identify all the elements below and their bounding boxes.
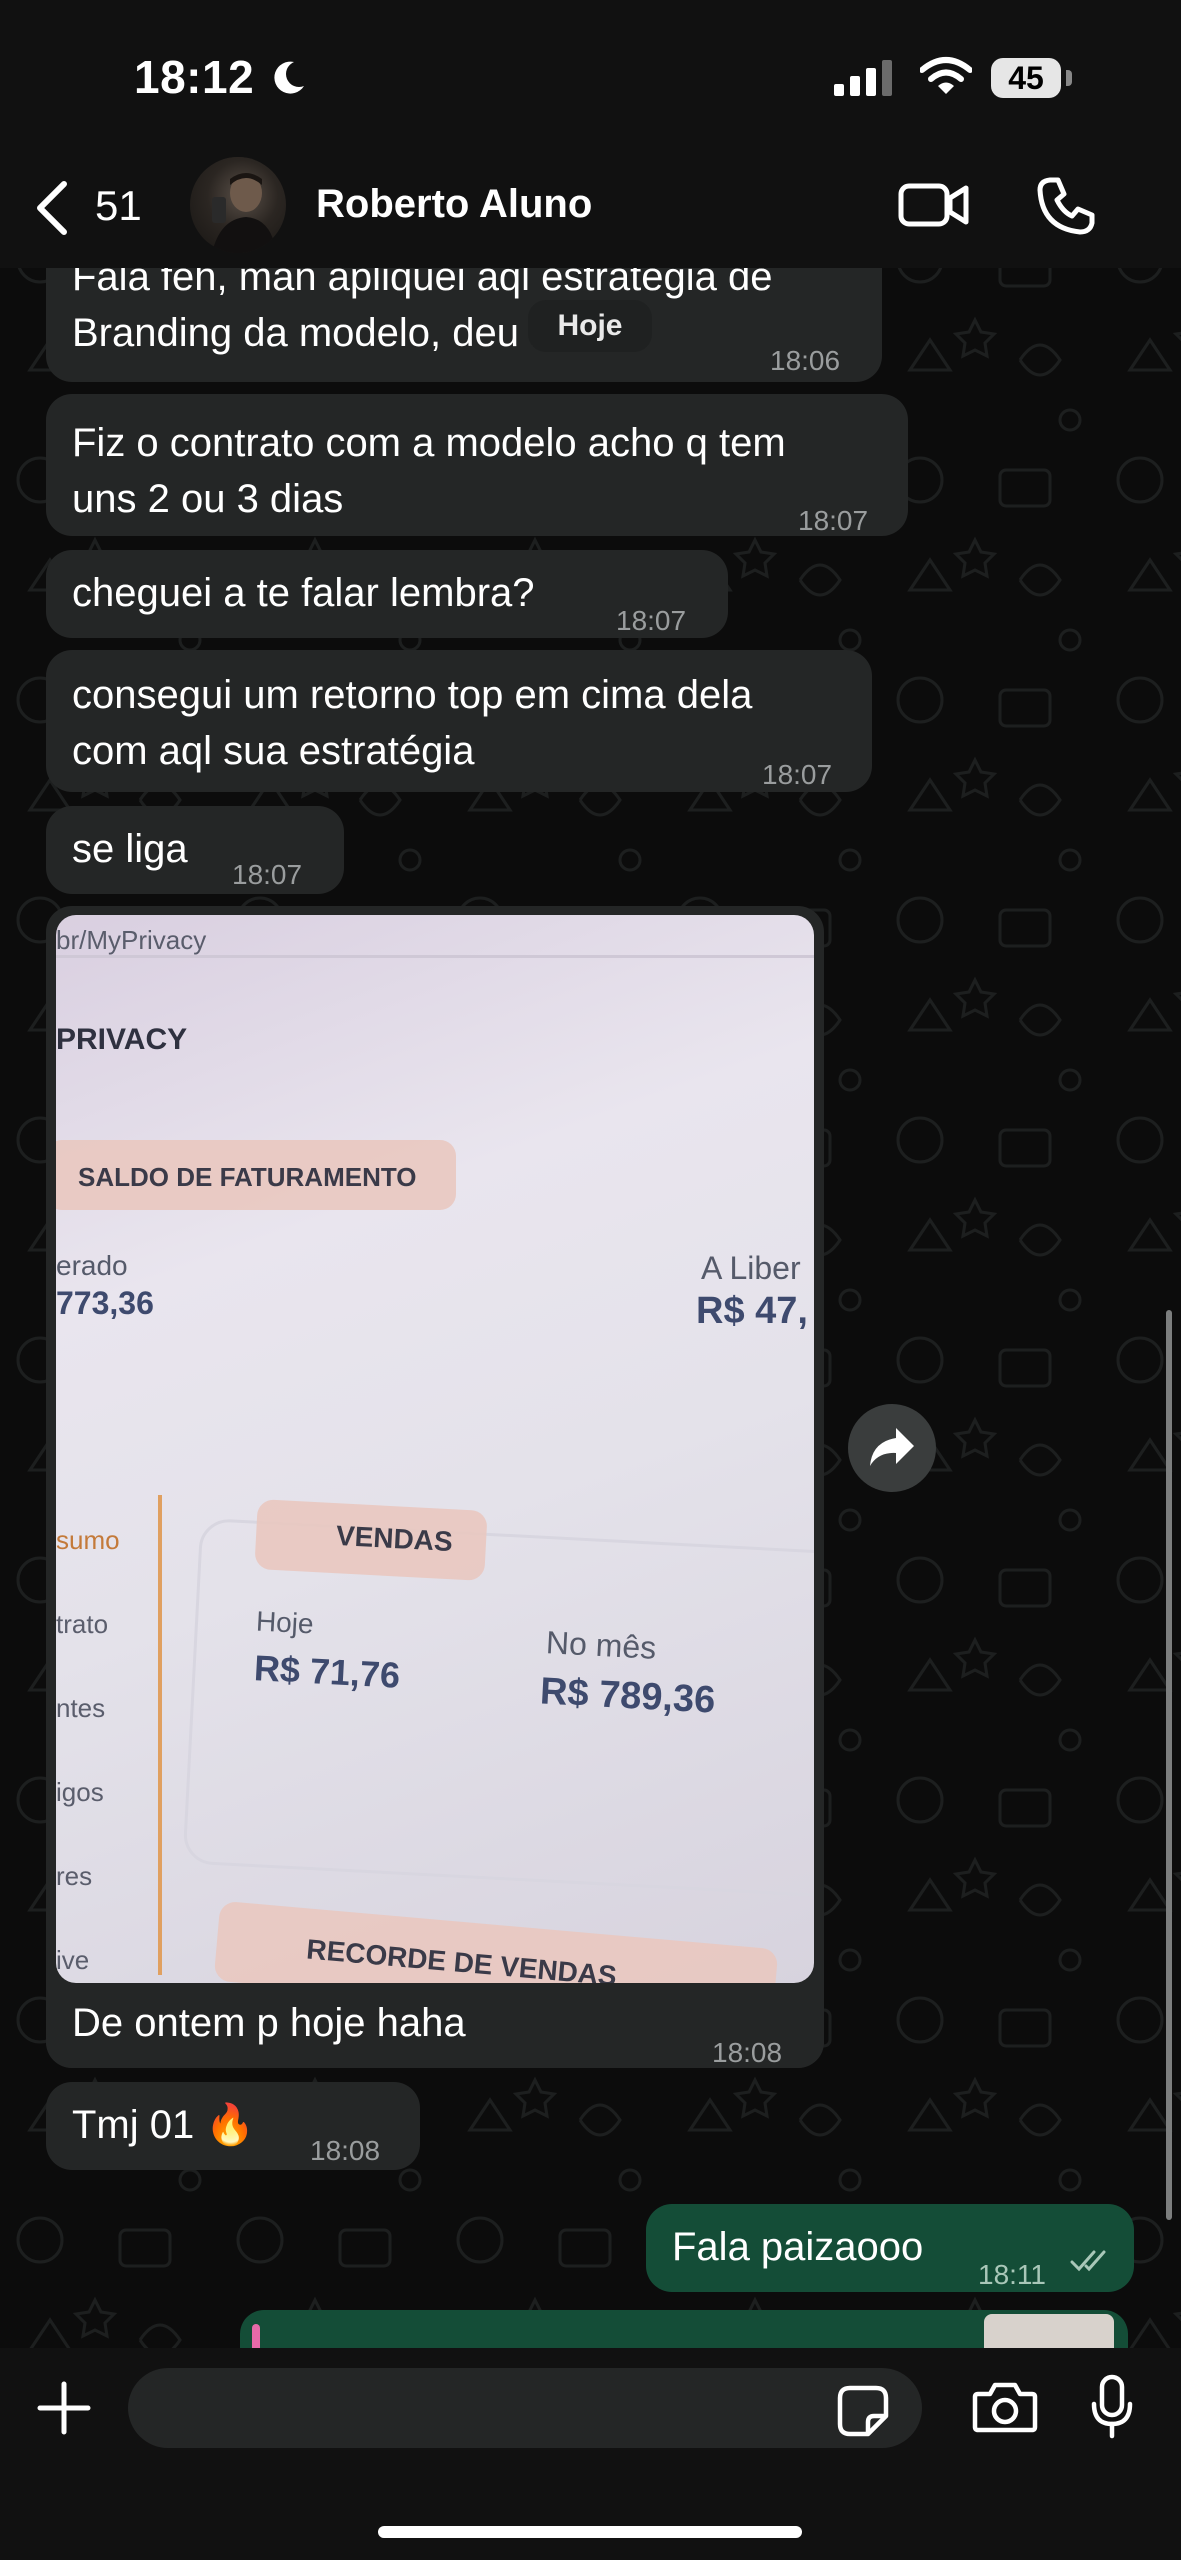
message-time: 18:08 (712, 2037, 783, 2068)
shared-photo[interactable]: br/MyPrivacy PRIVACY SALDO DE FATURAMENT… (56, 915, 814, 1983)
phone-call-icon[interactable] (1036, 176, 1096, 236)
photo-today-label: Hoje (255, 1605, 315, 1640)
message-time: 18:07 (798, 505, 869, 536)
battery-indicator: 45 (991, 58, 1061, 98)
contact-avatar[interactable] (190, 157, 286, 253)
message-time: 18:07 (762, 759, 833, 790)
message-time: 18:08 (310, 2135, 381, 2166)
image-caption: De ontem p hoje haha (72, 2001, 466, 2045)
message-bubble[interactable]: cheguei a te falar lembra? 18:07 (46, 550, 728, 638)
photo-left-label: erado (56, 1250, 128, 1281)
photo-sales-label: VENDAS (335, 1519, 454, 1558)
wifi-icon (920, 57, 972, 94)
message-input[interactable] (128, 2368, 922, 2448)
photo-menu-item: ive (56, 1945, 90, 1975)
message-time: 18:07 (232, 859, 303, 890)
plus-icon[interactable] (34, 2378, 94, 2438)
camera-icon[interactable] (972, 2380, 1038, 2434)
status-time: 18:12 (134, 51, 255, 103)
photo-sales-card (182, 1517, 814, 1899)
photo-month-value: R$ 789,36 (539, 1670, 717, 1722)
photo-menu-item: trato (56, 1609, 109, 1639)
message-time: 18:11 (978, 2259, 1046, 2290)
message-bubble[interactable]: consegui um retorno top em cima dela com… (46, 650, 872, 792)
back-unread-count[interactable]: 51 (95, 182, 142, 230)
photo-sidebar-divider (158, 1495, 162, 1975)
message-text: consegui um retorno top em cima dela (72, 673, 753, 717)
message-bubble[interactable]: se liga 18:07 (46, 806, 344, 894)
message-text: Fiz o contrato com a modelo acho q tem (72, 421, 786, 465)
photo-menu-item: sumo (56, 1525, 120, 1555)
video-call-icon[interactable] (898, 180, 970, 230)
microphone-icon[interactable] (1090, 2374, 1134, 2440)
image-caption-area: De ontem p hoje haha 18:08 (46, 1984, 824, 2068)
sticker-icon[interactable] (836, 2384, 890, 2438)
contact-name[interactable]: Roberto Aluno (316, 182, 592, 227)
message-bubble[interactable]: Fiz o contrato com a modelo acho q tem u… (46, 394, 908, 536)
photo-balance-label: SALDO DE FATURAMENTO (78, 1162, 417, 1192)
date-divider: Hoje (528, 300, 652, 352)
photo-url: br/MyPrivacy (56, 925, 207, 955)
moon-icon (274, 61, 304, 94)
cellular-signal-icon (834, 60, 892, 96)
message-time: 18:07 (616, 605, 687, 636)
message-text: se liga (72, 827, 188, 871)
message-text: Tmj 01 🔥 (72, 2103, 256, 2147)
message-text: cheguei a te falar lembra? (72, 571, 535, 615)
photo-right-label: A Liber (701, 1250, 801, 1286)
photo-menu-item: res (56, 1861, 93, 1891)
message-text: Fala paizaooo (672, 2225, 924, 2269)
message-text: com aql sua estratégia (72, 729, 475, 773)
photo-left-value: 773,36 (56, 1285, 154, 1321)
photo-month-label: No mês (545, 1624, 658, 1666)
message-text: uns 2 ou 3 dias (72, 477, 344, 521)
photo-right-value: R$ 47, (696, 1290, 808, 1332)
battery-tip (1066, 70, 1072, 86)
photo-today-value: R$ 71,76 (253, 1647, 402, 1696)
forward-button[interactable] (848, 1404, 936, 1492)
read-receipt-icon (1070, 2250, 1106, 2272)
home-indicator[interactable] (378, 2526, 802, 2538)
scroll-indicator[interactable] (1166, 1310, 1172, 2220)
photo-menu-item: igos (56, 1777, 104, 1807)
back-chevron-icon[interactable] (30, 180, 74, 236)
message-time: 18:06 (770, 345, 841, 376)
photo-brand: PRIVACY (56, 1023, 188, 1056)
message-bubble[interactable]: Tmj 01 🔥 18:08 (46, 2082, 420, 2170)
outgoing-message-bubble[interactable]: Fala paizaooo 18:11 (646, 2204, 1134, 2292)
photo-menu-item: ntes (56, 1693, 106, 1723)
